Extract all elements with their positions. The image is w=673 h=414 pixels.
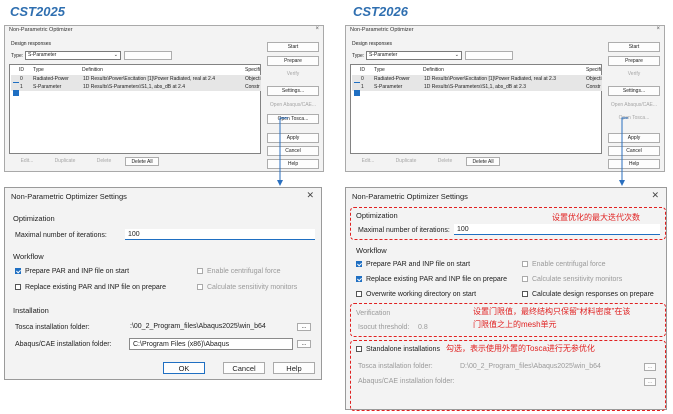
annotation-standalone: 勾选，表示使用外置的Tosca进行无参优化 <box>446 344 595 353</box>
centrifugal-label: Enable centrifugal force <box>532 261 606 268</box>
close-icon[interactable]: ✕ <box>306 190 314 201</box>
prepare-par-label: Prepare PAR and INP file on start <box>366 261 471 268</box>
settings-dialog-title: Non-Parametric Optimizer Settings <box>11 192 127 201</box>
workflow-section-label: Workflow <box>356 246 387 255</box>
ok-button[interactable]: OK <box>163 362 205 374</box>
annotation-threshold-line1: 设置门限值，最终结构只保留“材料密度”在该 <box>473 307 631 316</box>
replace-par-checkbox[interactable]: Replace existing PAR and INP file on pre… <box>356 276 507 283</box>
prepare-par-checkbox[interactable]: Prepare PAR and INP file on start <box>356 261 470 268</box>
settings-dialog-title: Non-Parametric Optimizer Settings <box>352 192 468 201</box>
abaqus-folder-label: Abaqus/CAE installation folder: <box>15 341 112 348</box>
centrifugal-checkbox[interactable]: Enable centrifugal force <box>522 261 606 268</box>
annotation-iterations: 设置优化的最大迭代次数 <box>552 213 640 222</box>
prepare-par-label: Prepare PAR and INP file on start <box>25 268 130 275</box>
sensitivity-checkbox[interactable]: Calculate sensitivity monitors <box>197 284 297 291</box>
help-button[interactable]: Help <box>273 362 315 374</box>
annotation-threshold-line2: 门限值之上的mesh单元 <box>473 320 557 329</box>
prepare-par-checkbox[interactable]: Prepare PAR and INP file on start <box>15 268 129 275</box>
browse-abaqus-button[interactable]: ... <box>297 340 311 348</box>
tosca-folder-input[interactable]: :\00_2_Program_files\Abaqus2025\win_b64 <box>127 321 293 332</box>
sensitivity-label: Calculate sensitivity monitors <box>532 276 623 283</box>
workflow-section-label: Workflow <box>13 252 44 261</box>
replace-par-label: Replace existing PAR and INP file on pre… <box>366 276 507 283</box>
settings-dialog-2025: Non-Parametric Optimizer Settings ✕ Opti… <box>4 187 322 380</box>
sensitivity-checkbox[interactable]: Calculate sensitivity monitors <box>522 276 622 283</box>
arrow-right <box>619 117 628 186</box>
calc-design-label: Calculate design responses on prepare <box>532 291 654 298</box>
sensitivity-label: Calculate sensitivity monitors <box>207 284 298 291</box>
arrow-left <box>277 117 288 186</box>
replace-par-checkbox[interactable]: Replace existing PAR and INP file on pre… <box>15 284 166 291</box>
overwrite-dir-checkbox[interactable]: Overwrite working directory on start <box>356 291 476 298</box>
abaqus-folder-input[interactable]: C:\Program Files (x86)\Abaqus <box>129 338 293 350</box>
installation-section-label: Installation <box>13 306 49 315</box>
overwrite-dir-label: Overwrite working directory on start <box>366 291 477 298</box>
centrifugal-label: Enable centrifugal force <box>207 268 281 275</box>
max-iterations-input[interactable]: 100 <box>125 229 315 240</box>
calc-design-checkbox[interactable]: Calculate design responses on prepare <box>522 291 654 298</box>
replace-par-label: Replace existing PAR and INP file on pre… <box>25 284 166 291</box>
centrifugal-checkbox[interactable]: Enable centrifugal force <box>197 268 281 275</box>
cancel-button[interactable]: Cancel <box>223 362 265 374</box>
close-icon[interactable]: ✕ <box>651 190 659 201</box>
browse-tosca-button[interactable]: ... <box>297 323 311 331</box>
max-iterations-label: Maximal number of iterations: <box>15 232 107 239</box>
tosca-folder-label: Tosca installation folder: <box>15 324 90 331</box>
optimization-section-label: Optimization <box>13 214 55 223</box>
